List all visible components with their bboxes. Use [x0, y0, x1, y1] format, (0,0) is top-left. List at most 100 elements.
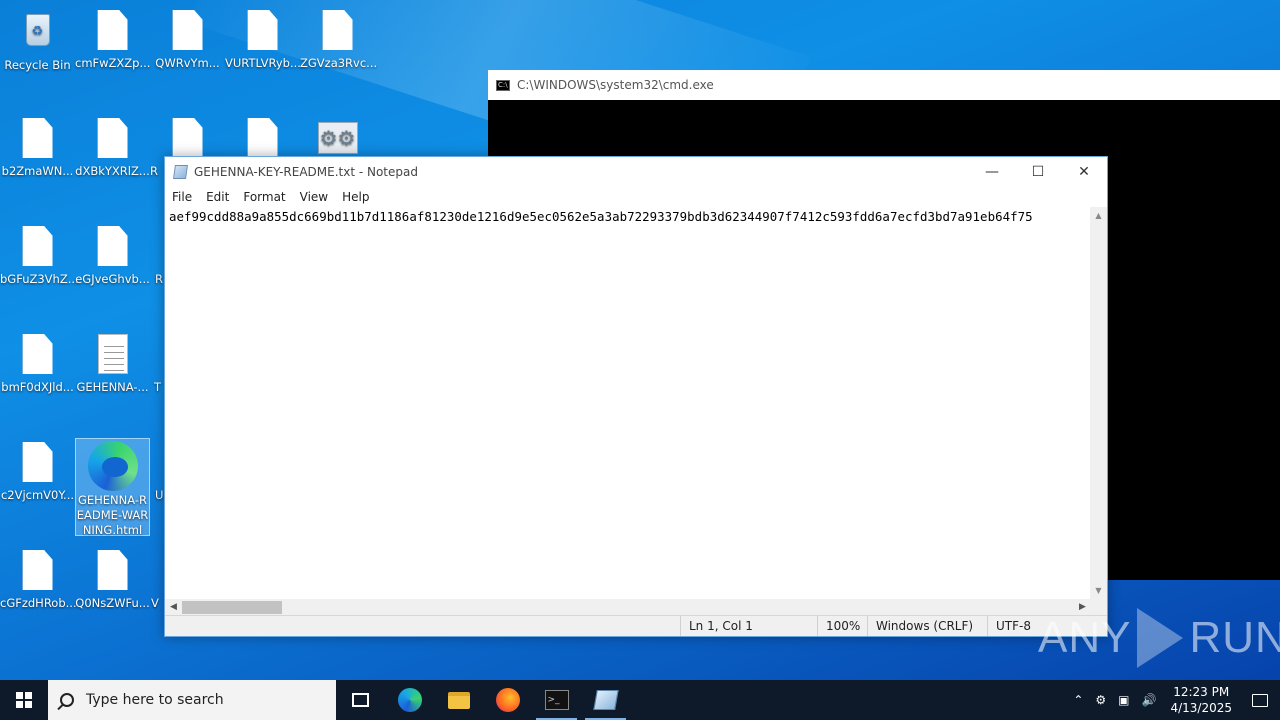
taskbar-file-explorer[interactable]: [434, 680, 483, 720]
menu-format[interactable]: Format: [236, 190, 292, 204]
desktop-icon-file[interactable]: eGJveGhvb...: [75, 226, 150, 287]
desktop-icon-file[interactable]: V: [150, 550, 164, 611]
taskbar-edge[interactable]: [385, 680, 434, 720]
icon-label: bmF0dXJld...: [1, 380, 74, 394]
icon-label: U: [155, 488, 164, 502]
desktop-icon-file[interactable]: R: [150, 226, 164, 287]
search-placeholder: Type here to search: [86, 692, 224, 708]
scroll-left-icon[interactable]: ◀: [165, 599, 182, 616]
notepad-titlebar[interactable]: GEHENNA-KEY-README.txt - Notepad — ☐ ✕: [165, 157, 1107, 187]
firefox-icon: [495, 688, 520, 712]
close-button[interactable]: ✕: [1061, 157, 1107, 187]
desktop-icon-file[interactable]: VURTLVRyb...: [225, 10, 301, 71]
menu-view[interactable]: View: [293, 190, 335, 204]
icon-label: ZGVza3Rvc...: [300, 56, 378, 70]
desktop-icon-file[interactable]: c2VjcmV0Y...: [0, 442, 75, 503]
notepad-icon: [173, 165, 188, 179]
notepad-icon: [592, 690, 619, 710]
desktop-icon-file[interactable]: cGFzdHRob...: [0, 550, 77, 611]
cmd-titlebar[interactable]: C:\ C:\WINDOWS\system32\cmd.exe: [488, 70, 1280, 100]
menu-edit[interactable]: Edit: [199, 190, 236, 204]
minimize-button[interactable]: —: [969, 157, 1015, 187]
menu-help[interactable]: Help: [335, 190, 376, 204]
icon-label: c2VjcmV0Y...: [0, 488, 75, 502]
scroll-up-icon[interactable]: ▲: [1090, 207, 1107, 224]
desktop-icon-file[interactable]: cmFwZXZp...: [75, 10, 150, 71]
vertical-scrollbar[interactable]: ▲ ▼: [1090, 207, 1107, 599]
file-icon: [22, 226, 53, 266]
desktop-icon-file[interactable]: dXBkYXRlZ...: [75, 118, 150, 179]
file-icon: [172, 10, 203, 50]
desktop-icon-file[interactable]: bmF0dXJld...: [0, 334, 75, 395]
desktop-icon-settings-file[interactable]: ⚙⚙: [300, 116, 375, 154]
maximize-button[interactable]: ☐: [1015, 157, 1061, 187]
icon-label: QWRvYm...: [155, 56, 220, 70]
taskbar: Type here to search >_ ⌃ ⚙ ▣ 🔊 12:23 PM …: [0, 680, 1280, 720]
file-icon: [22, 550, 53, 590]
task-view-button[interactable]: [336, 680, 385, 720]
file-icon: [97, 550, 128, 590]
icon-label: cmFwZXZp...: [75, 56, 151, 70]
desktop-icon-file[interactable]: Q0NsZWFu...: [75, 550, 150, 611]
desktop-icon-file[interactable]: ZGVza3Rvc...: [300, 10, 378, 71]
taskbar-cmd[interactable]: >_: [532, 680, 581, 720]
icon-label: R: [155, 272, 163, 286]
cmd-icon: C:\: [496, 79, 510, 91]
windows-logo-icon: [16, 692, 32, 708]
status-line-ending: Windows (CRLF): [867, 616, 987, 636]
scroll-down-icon[interactable]: ▼: [1090, 582, 1107, 599]
status-zoom: 100%: [817, 616, 867, 636]
notepad-menubar: File Edit Format View Help: [165, 187, 1107, 207]
horizontal-scroll-thumb[interactable]: [182, 601, 282, 614]
folder-icon: [447, 691, 470, 709]
edge-icon: [87, 441, 138, 491]
notepad-text-area[interactable]: aef99cdd88a9a855dc669bd11b7d1186af81230d…: [165, 207, 1091, 599]
chevron-up-icon[interactable]: ⌃: [1067, 693, 1089, 707]
desktop-icon-html-warning[interactable]: GEHENNA-README-WARNING.html: [75, 438, 150, 537]
menu-file[interactable]: File: [165, 190, 199, 204]
file-icon: [22, 334, 53, 374]
anyrun-watermark: ANY RUN: [1038, 608, 1280, 668]
taskbar-clock[interactable]: 12:23 PM 4/13/2025: [1162, 684, 1240, 716]
file-icon: [247, 118, 278, 158]
taskbar-firefox[interactable]: [483, 680, 532, 720]
icon-label: b2ZmaWN...: [1, 164, 74, 178]
desktop-icon-text-file[interactable]: GEHENNA-...: [75, 334, 150, 395]
desktop-icon-recycle-bin[interactable]: ♻ Recycle Bin: [0, 8, 75, 73]
icon-label: V: [151, 596, 159, 610]
clock-time: 12:23 PM: [1173, 685, 1230, 699]
file-icon: [97, 226, 128, 266]
text-file-icon: [97, 334, 128, 374]
desktop-icon-file[interactable]: U: [150, 442, 164, 503]
recycle-bin-icon: ♻: [21, 8, 55, 48]
start-button[interactable]: [0, 680, 48, 720]
notepad-window[interactable]: GEHENNA-KEY-README.txt - Notepad — ☐ ✕ F…: [164, 156, 1108, 637]
icon-label: Q0NsZWFu...: [75, 596, 150, 610]
cmd-icon: >_: [544, 690, 569, 710]
icon-label: GEHENNA-README-WARNING.html: [76, 493, 149, 537]
clock-date: 4/13/2025: [1170, 701, 1232, 715]
network-icon[interactable]: ▣: [1112, 693, 1135, 707]
desktop-icon-file[interactable]: T: [150, 334, 164, 395]
horizontal-scrollbar[interactable]: ◀ ▶: [165, 599, 1091, 616]
watermark-left-text: ANY: [1038, 613, 1132, 662]
file-icon: [247, 10, 278, 50]
taskbar-notepad[interactable]: [581, 680, 630, 720]
file-icon: [322, 10, 353, 50]
edge-icon: [397, 688, 422, 712]
notification-center-button[interactable]: [1240, 693, 1280, 707]
device-icon[interactable]: ⚙: [1089, 693, 1112, 707]
search-icon: [60, 693, 74, 707]
file-icon: [97, 10, 128, 50]
taskbar-search-box[interactable]: Type here to search: [48, 680, 336, 720]
system-tray: ⌃ ⚙ ▣ 🔊 12:23 PM 4/13/2025: [1067, 680, 1280, 720]
desktop-icon-file[interactable]: bGFuZ3VhZ...: [0, 226, 79, 287]
notepad-title: GEHENNA-KEY-README.txt - Notepad: [194, 165, 418, 179]
desktop-icon-file[interactable]: b2ZmaWN...: [0, 118, 75, 179]
icon-label: R: [150, 164, 158, 178]
file-icon: [97, 118, 128, 158]
icon-label: eGJveGhvb...: [75, 272, 150, 286]
icon-label: GEHENNA-...: [76, 380, 149, 394]
volume-icon[interactable]: 🔊: [1136, 693, 1163, 707]
desktop-icon-file[interactable]: QWRvYm...: [150, 10, 225, 71]
